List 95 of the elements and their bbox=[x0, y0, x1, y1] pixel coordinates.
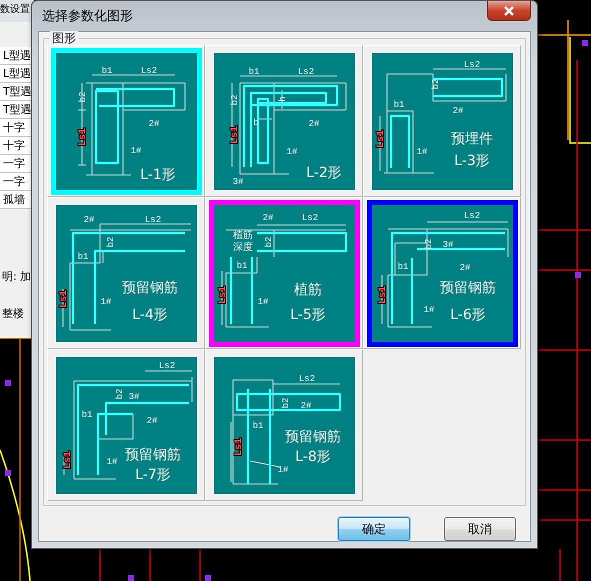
dimension-label: 1# bbox=[257, 296, 268, 306]
dimension-label: 1# bbox=[130, 146, 141, 156]
shape-caption: L-3形 bbox=[454, 152, 490, 168]
dimension-label: Ls2 bbox=[298, 374, 315, 384]
dimension-label: b1 bbox=[393, 100, 404, 110]
dimension-label: 1# bbox=[100, 296, 111, 306]
dimension-label: 3# bbox=[128, 392, 139, 402]
shape-option[interactable]: Ls2 b2 3# b1 2# Ls1 1# 预留钢筋 L-6形 bbox=[372, 204, 512, 342]
group-label: 图形 bbox=[50, 31, 78, 45]
dimension-label: b bbox=[252, 118, 258, 128]
dimension-label: 2# bbox=[262, 212, 273, 222]
dimension-label: 3# bbox=[442, 240, 453, 250]
shape-caption: L-1形 bbox=[140, 166, 176, 182]
list-item[interactable]: 十字 bbox=[0, 137, 34, 155]
dimension-label: 3# bbox=[232, 176, 243, 186]
list-item[interactable]: 孤墙 bbox=[0, 191, 34, 209]
dimension-label: b2 bbox=[106, 236, 116, 247]
shape-option[interactable]: Ls2 b2 3# b1 2# Ls1 1# 预留钢筋 L-7形 bbox=[56, 356, 196, 494]
dimension-label: 1# bbox=[423, 304, 434, 314]
dimension-label: b1 bbox=[77, 252, 88, 262]
shape-option[interactable]: b1 Ls2 b2 Ls1 2# 1# L-1形 bbox=[56, 52, 196, 190]
dimension-label: Ls1 bbox=[234, 438, 244, 456]
list-item[interactable]: T型遇 bbox=[0, 101, 34, 119]
dimension-label: Ls2 bbox=[297, 66, 314, 76]
list-item[interactable]: 一字 bbox=[0, 173, 34, 191]
shape-option[interactable]: b1 Ls2 b2 h Ls1 b 2# 1# 3# L-2形 bbox=[214, 52, 354, 190]
dimension-label: b2 bbox=[424, 238, 434, 249]
shape-caption: 植筋 bbox=[294, 282, 322, 298]
dimension-label: b2 bbox=[264, 236, 274, 247]
close-button[interactable] bbox=[487, 1, 531, 21]
dimension-label: b2 bbox=[78, 91, 88, 102]
shape-option[interactable]: 2# Ls2 植筋 深度 b2 b1 Ls1 1# 植筋 L-5形 bbox=[214, 204, 354, 342]
list-item[interactable]: 十字 bbox=[0, 119, 34, 137]
dimension-label: 2# bbox=[300, 400, 311, 410]
list-item[interactable]: T型遇 bbox=[0, 83, 34, 101]
dimension-label: b2 bbox=[114, 388, 124, 399]
dimension-label: b1 bbox=[81, 410, 92, 420]
dimension-label: Ls2 bbox=[140, 66, 157, 76]
shape-caption: L-7形 bbox=[134, 466, 170, 482]
dimension-label: h bbox=[278, 96, 288, 102]
shape-caption: L-2形 bbox=[306, 164, 342, 180]
shape-caption: L-4形 bbox=[132, 306, 168, 322]
dimension-label: Ls2 bbox=[144, 214, 161, 224]
dimension-label: Ls1 bbox=[62, 450, 74, 468]
shape-option[interactable]: Ls2 b2 b1 2# Ls1 1# 预埋件 L-3形 bbox=[372, 52, 512, 190]
shape-caption: L-5形 bbox=[290, 306, 326, 322]
dimension-label: 2# bbox=[308, 118, 319, 128]
dimension-label: Ls2 bbox=[158, 360, 175, 370]
app-title: 数设置 bbox=[0, 0, 34, 22]
dimension-label: b2 bbox=[430, 78, 440, 89]
note-text: 整楼 bbox=[1, 306, 25, 322]
dimension-label: 1# bbox=[416, 146, 427, 156]
dimension-label: Ls2 bbox=[301, 212, 318, 222]
shape-caption: 预留钢筋 bbox=[124, 446, 180, 462]
dimension-label: Ls1 bbox=[376, 130, 386, 148]
dimension-label: Ls1 bbox=[78, 128, 88, 146]
shape-caption: 预留钢筋 bbox=[122, 280, 178, 296]
dimension-label: 1# bbox=[286, 146, 297, 156]
shape-option[interactable]: Ls2 b2 2# b1 Ls1 1# 预留钢筋 L-8形 bbox=[214, 356, 354, 494]
dimension-label: Ls2 bbox=[463, 210, 480, 220]
dimension-label: b2 bbox=[280, 397, 290, 408]
dimension-label: 2# bbox=[459, 262, 470, 272]
dimension-label: b1 bbox=[252, 420, 263, 430]
dimension-label: 植筋 bbox=[232, 230, 252, 240]
dialog-button[interactable]: 确定 bbox=[338, 517, 410, 541]
list-item[interactable]: 一字 bbox=[0, 155, 34, 173]
dimension-label: 2# bbox=[148, 118, 159, 128]
dimension-label: 1# bbox=[277, 464, 288, 474]
dimension-label: Ls1 bbox=[378, 286, 388, 304]
dimension-label: Ls2 bbox=[463, 60, 480, 70]
dimension-label: b1 bbox=[101, 66, 112, 76]
dimension-label: b1 bbox=[397, 262, 408, 272]
dimension-label: 深度 bbox=[232, 242, 252, 252]
window-title: 选择参数化图形 bbox=[42, 8, 133, 26]
dimension-label: b2 bbox=[230, 94, 240, 105]
dimension-label: 1# bbox=[106, 456, 117, 466]
shape-caption: L-6形 bbox=[450, 306, 486, 322]
dimension-label: Ls1 bbox=[230, 126, 240, 144]
shape-option[interactable]: 2# Ls2 b2 b1 Ls1 1# 预留钢筋 L-4形 bbox=[56, 204, 196, 342]
dimension-label: b1 bbox=[248, 66, 259, 76]
dimension-label: Ls1 bbox=[218, 286, 228, 304]
list-item[interactable]: L型遇 bbox=[0, 47, 34, 65]
shape-caption: 预留钢筋 bbox=[284, 428, 340, 444]
dimension-label: b1 bbox=[236, 260, 247, 270]
shape-caption: 预留钢筋 bbox=[440, 280, 496, 296]
shape-caption: 预埋件 bbox=[450, 130, 492, 146]
close-icon bbox=[503, 6, 515, 16]
dialog-button[interactable]: 取消 bbox=[444, 517, 516, 541]
dimension-label: 2# bbox=[452, 106, 463, 116]
list-item[interactable]: L型遇 bbox=[0, 65, 34, 83]
dimension-label: 2# bbox=[83, 214, 94, 224]
note-text: 明: 加 bbox=[1, 269, 32, 285]
dimension-label: Ls1 bbox=[58, 290, 70, 308]
shape-caption: L-8形 bbox=[294, 448, 330, 464]
dimension-label: 2# bbox=[146, 416, 157, 426]
